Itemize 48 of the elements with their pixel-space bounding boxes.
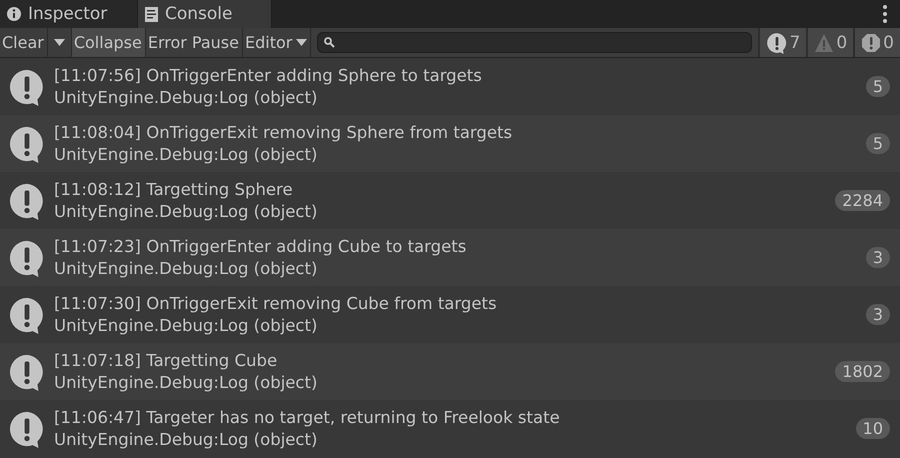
- log-message: [11:06:47] Targeter has no target, returning to Freelook state: [54, 406, 561, 428]
- log-source: UnityEngine.Debug:Log (object): [54, 258, 318, 280]
- document-icon: [144, 6, 159, 22]
- warning-icon: [814, 32, 834, 52]
- count-badge: 10: [856, 418, 890, 439]
- log-message: [11:07:56] OnTriggerEnter adding Sphere to targets: [54, 64, 483, 86]
- count-badge: 3: [866, 304, 890, 325]
- search-field[interactable]: [317, 32, 752, 53]
- log-message: [11:08:12] Targetting Sphere: [54, 178, 294, 200]
- log-icon: [8, 352, 46, 390]
- log-source: UnityEngine.Debug:Log (object): [54, 428, 318, 450]
- count-toggle[interactable]: 0: [853, 28, 900, 57]
- count-toggle[interactable]: 0: [806, 28, 854, 57]
- toolbar-button[interactable]: Clear: [0, 28, 48, 57]
- caret-icon: [54, 39, 65, 46]
- log-icon: [8, 410, 46, 448]
- log-message: [11:07:30] OnTriggerExit removing Cube from targets: [54, 292, 498, 314]
- tab[interactable]: Console: [138, 0, 272, 28]
- log-icon: [8, 238, 46, 276]
- log-icon: [8, 68, 46, 106]
- error-icon: [861, 32, 882, 52]
- log-message: [11:07:18] Targetting Cube: [54, 350, 278, 372]
- log-entry[interactable]: [11:08:04] OnTriggerExit removing Sphere from targets UnityEngine.Debug:Log (object) 5: [0, 115, 900, 172]
- log-message: [11:08:04] OnTriggerExit removing Sphere from targets: [54, 122, 514, 144]
- tab[interactable]: Inspector: [0, 0, 138, 28]
- log-source: UnityEngine.Debug:Log (object): [54, 86, 318, 108]
- log-icon: [766, 32, 788, 54]
- log-entry[interactable]: [11:07:18] Targetting Cube UnityEngine.Debug:Log (object) 1802: [0, 343, 900, 400]
- log-source: UnityEngine.Debug:Log (object): [54, 314, 318, 336]
- count-badge: 5: [866, 76, 890, 97]
- toolbar-button[interactable]: Collapse: [72, 28, 146, 57]
- log-source: UnityEngine.Debug:Log (object): [54, 372, 318, 394]
- log-entry[interactable]: [11:07:23] OnTriggerEnter adding Cube to targets UnityEngine.Debug:Log (object) 3: [0, 229, 900, 286]
- info-icon: [6, 6, 22, 22]
- more-icon[interactable]: [882, 4, 888, 24]
- log-source: UnityEngine.Debug:Log (object): [54, 200, 318, 222]
- log-message: [11:07:23] OnTriggerEnter adding Cube to targets: [54, 236, 468, 258]
- log-icon: [8, 182, 46, 220]
- log-icon: [8, 124, 46, 162]
- count-badge: 1802: [835, 361, 890, 382]
- log-source: UnityEngine.Debug:Log (object): [54, 144, 318, 166]
- count-badge: 5: [866, 133, 890, 154]
- count-badge: 3: [866, 247, 890, 268]
- caret-icon: [296, 39, 308, 46]
- log-icon: [8, 296, 46, 334]
- search-icon: [324, 37, 336, 48]
- count-badge: 2284: [835, 190, 890, 211]
- count-toggle[interactable]: 7: [758, 28, 806, 57]
